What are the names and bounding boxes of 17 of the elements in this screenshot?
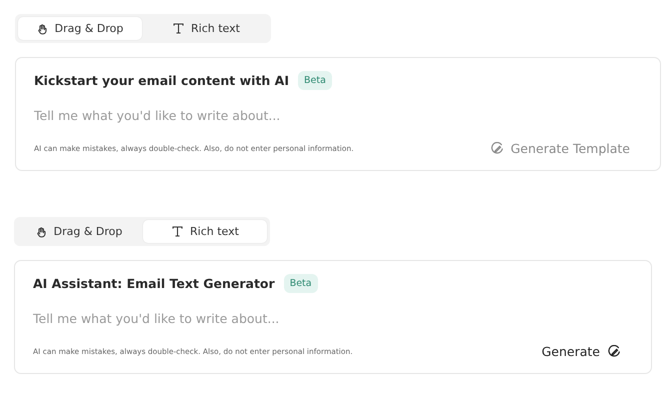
prompt-input[interactable]: Tell me what you'd like to write about...	[34, 108, 642, 123]
text-icon	[172, 22, 186, 35]
tab[interactable]: Drag & Drop	[17, 220, 141, 243]
pen-sparkle-icon	[607, 344, 621, 358]
card-title: Kickstart your email content with AI	[34, 73, 290, 88]
tab[interactable]: Drag & Drop	[18, 17, 142, 40]
tab[interactable]: Rich text	[144, 17, 268, 40]
prompt-input[interactable]: Tell me what you'd like to write about...	[33, 311, 633, 326]
tab[interactable]: Rich text	[143, 220, 267, 243]
hand-icon	[36, 226, 48, 238]
pen-sparkle-icon	[490, 142, 504, 156]
generate-button[interactable]: Generate	[542, 344, 633, 359]
card-title: AI Assistant: Email Text Generator	[33, 276, 275, 291]
text-icon	[171, 225, 184, 238]
beta-badge: Beta	[298, 71, 332, 90]
hand-icon	[36, 22, 49, 34]
beta-badge: Beta	[284, 274, 318, 293]
